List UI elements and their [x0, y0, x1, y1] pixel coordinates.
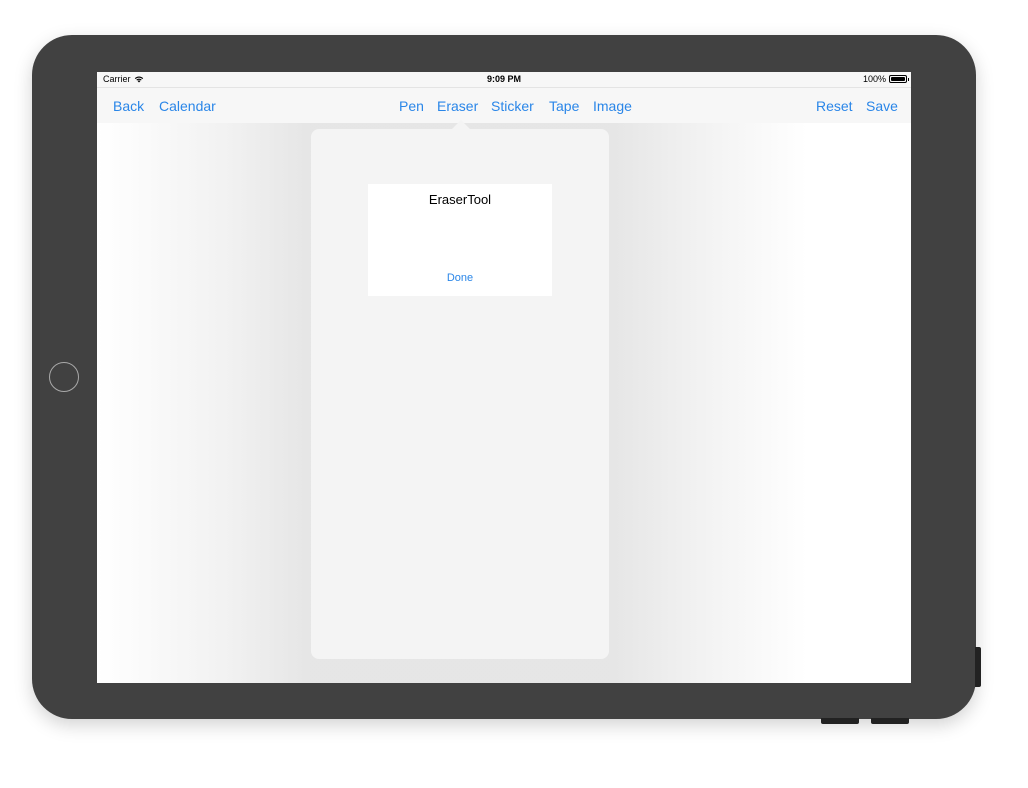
- sticker-tool-button[interactable]: Sticker: [491, 98, 534, 114]
- home-button[interactable]: [49, 362, 79, 392]
- status-bar: Carrier 9:09 PM 100%: [97, 72, 911, 87]
- eraser-tool-button[interactable]: Eraser: [437, 98, 478, 114]
- battery-icon: [889, 75, 909, 83]
- tape-tool-button[interactable]: Tape: [549, 98, 579, 114]
- save-button[interactable]: Save: [866, 98, 898, 114]
- eraser-popover: EraserTool Done: [311, 129, 609, 659]
- pen-tool-button[interactable]: Pen: [399, 98, 424, 114]
- image-tool-button[interactable]: Image: [593, 98, 632, 114]
- eraser-tool-panel: EraserTool Done: [368, 184, 552, 296]
- navigation-bar: Back Calendar Pen Eraser Sticker Tape Im…: [97, 87, 911, 123]
- popover-arrow: [452, 120, 470, 129]
- power-button[interactable]: [975, 647, 981, 687]
- screen: Carrier 9:09 PM 100% Back Calendar Pen E…: [97, 72, 911, 683]
- eraser-tool-title: EraserTool: [428, 192, 492, 207]
- battery-percent: 100%: [862, 74, 886, 84]
- reset-button[interactable]: Reset: [816, 98, 853, 114]
- status-time: 9:09 PM: [486, 74, 521, 84]
- calendar-button[interactable]: Calendar: [159, 98, 216, 114]
- volume-up-button[interactable]: [871, 718, 909, 724]
- back-button[interactable]: Back: [113, 98, 144, 114]
- volume-down-button[interactable]: [821, 718, 859, 724]
- status-battery-group: 100%: [862, 74, 909, 84]
- done-button[interactable]: Done: [368, 272, 552, 284]
